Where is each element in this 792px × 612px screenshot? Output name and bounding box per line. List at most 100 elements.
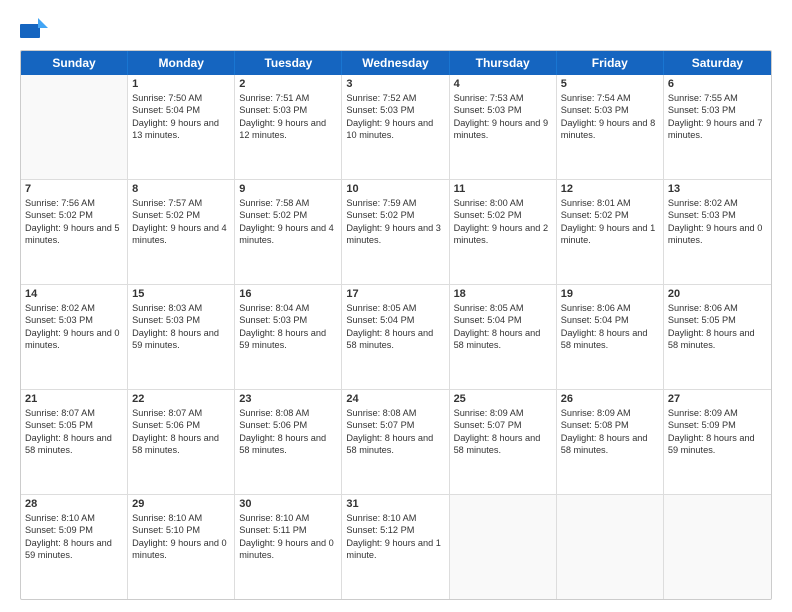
sunrise-text: Sunrise: 7:51 AM: [239, 92, 337, 104]
sunrise-text: Sunrise: 7:52 AM: [346, 92, 444, 104]
calendar-cell-r2c1: 15Sunrise: 8:03 AMSunset: 5:03 PMDayligh…: [128, 285, 235, 389]
day-number: 26: [561, 393, 659, 405]
day-number: 21: [25, 393, 123, 405]
daylight-text: Daylight: 8 hours and 58 minutes.: [454, 432, 552, 457]
daylight-text: Daylight: 8 hours and 58 minutes.: [25, 432, 123, 457]
daylight-text: Daylight: 9 hours and 0 minutes.: [132, 537, 230, 562]
daylight-text: Daylight: 8 hours and 58 minutes.: [561, 432, 659, 457]
calendar-cell-r2c2: 16Sunrise: 8:04 AMSunset: 5:03 PMDayligh…: [235, 285, 342, 389]
calendar-cell-r4c2: 30Sunrise: 8:10 AMSunset: 5:11 PMDayligh…: [235, 495, 342, 599]
daylight-text: Daylight: 8 hours and 59 minutes.: [25, 537, 123, 562]
sunrise-text: Sunrise: 8:09 AM: [668, 407, 767, 419]
day-number: 30: [239, 498, 337, 510]
calendar-cell-r0c5: 5Sunrise: 7:54 AMSunset: 5:03 PMDaylight…: [557, 75, 664, 179]
daylight-text: Daylight: 9 hours and 5 minutes.: [25, 222, 123, 247]
sunset-text: Sunset: 5:09 PM: [25, 524, 123, 536]
sunset-text: Sunset: 5:05 PM: [25, 419, 123, 431]
calendar-cell-r0c1: 1Sunrise: 7:50 AMSunset: 5:04 PMDaylight…: [128, 75, 235, 179]
sunset-text: Sunset: 5:02 PM: [561, 209, 659, 221]
calendar-cell-r0c4: 4Sunrise: 7:53 AMSunset: 5:03 PMDaylight…: [450, 75, 557, 179]
sunrise-text: Sunrise: 8:07 AM: [132, 407, 230, 419]
day-number: 23: [239, 393, 337, 405]
sunset-text: Sunset: 5:02 PM: [454, 209, 552, 221]
sunset-text: Sunset: 5:03 PM: [346, 104, 444, 116]
calendar-cell-r4c5: [557, 495, 664, 599]
sunrise-text: Sunrise: 8:05 AM: [454, 302, 552, 314]
calendar-cell-r4c0: 28Sunrise: 8:10 AMSunset: 5:09 PMDayligh…: [21, 495, 128, 599]
day-number: 12: [561, 183, 659, 195]
sunset-text: Sunset: 5:03 PM: [454, 104, 552, 116]
sunrise-text: Sunrise: 8:02 AM: [25, 302, 123, 314]
day-number: 16: [239, 288, 337, 300]
calendar-cell-r3c5: 26 Sunrise: 8:09 AMSunset: 5:08 PMDayligh…: [557, 390, 664, 494]
calendar-row-4: 28Sunrise: 8:10 AMSunset: 5:09 PMDayligh…: [21, 495, 771, 599]
sunset-text: Sunset: 5:08 PM: [561, 419, 659, 431]
day-number: 31: [346, 498, 444, 510]
daylight-text: Daylight: 9 hours and 13 minutes.: [132, 117, 230, 142]
calendar-row-2: 14Sunrise: 8:02 AMSunset: 5:03 PMDayligh…: [21, 285, 771, 390]
daylight-text: Daylight: 9 hours and 12 minutes.: [239, 117, 337, 142]
day-number: 7: [25, 183, 123, 195]
sunset-text: Sunset: 5:04 PM: [561, 314, 659, 326]
header-day-sunday: Sunday: [21, 51, 128, 75]
day-number: 6: [668, 78, 767, 90]
header-day-thursday: Thursday: [450, 51, 557, 75]
calendar-row-3: 21Sunrise: 8:07 AMSunset: 5:05 PMDayligh…: [21, 390, 771, 495]
sunset-text: Sunset: 5:02 PM: [239, 209, 337, 221]
day-number: 4: [454, 78, 552, 90]
calendar-cell-r0c6: 6Sunrise: 7:55 AMSunset: 5:03 PMDaylight…: [664, 75, 771, 179]
sunrise-text: Sunrise: 8:09 AM: [561, 407, 659, 419]
calendar-cell-r0c0: [21, 75, 128, 179]
daylight-text: Daylight: 9 hours and 7 minutes.: [668, 117, 767, 142]
daylight-text: Daylight: 8 hours and 58 minutes.: [668, 327, 767, 352]
calendar-cell-r2c3: 17Sunrise: 8:05 AMSunset: 5:04 PMDayligh…: [342, 285, 449, 389]
sunset-text: Sunset: 5:07 PM: [454, 419, 552, 431]
sunset-text: Sunset: 5:02 PM: [346, 209, 444, 221]
sunset-text: Sunset: 5:09 PM: [668, 419, 767, 431]
day-number: 18: [454, 288, 552, 300]
sunrise-text: Sunrise: 8:10 AM: [25, 512, 123, 524]
logo: [20, 18, 52, 40]
calendar-row-0: 1Sunrise: 7:50 AMSunset: 5:04 PMDaylight…: [21, 75, 771, 180]
header-day-wednesday: Wednesday: [342, 51, 449, 75]
sunrise-text: Sunrise: 8:10 AM: [132, 512, 230, 524]
header-day-tuesday: Tuesday: [235, 51, 342, 75]
calendar-cell-r4c3: 31Sunrise: 8:10 AMSunset: 5:12 PMDayligh…: [342, 495, 449, 599]
day-number: 25: [454, 393, 552, 405]
day-number: 22: [132, 393, 230, 405]
calendar-cell-r1c2: 9Sunrise: 7:58 AMSunset: 5:02 PMDaylight…: [235, 180, 342, 284]
daylight-text: Daylight: 9 hours and 0 minutes.: [239, 537, 337, 562]
day-number: 9: [239, 183, 337, 195]
day-number: 29: [132, 498, 230, 510]
calendar-cell-r4c6: [664, 495, 771, 599]
sunrise-text: Sunrise: 7:55 AM: [668, 92, 767, 104]
sunrise-text: Sunrise: 8:10 AM: [346, 512, 444, 524]
calendar-cell-r2c6: 20Sunrise: 8:06 AMSunset: 5:05 PMDayligh…: [664, 285, 771, 389]
sunset-text: Sunset: 5:02 PM: [25, 209, 123, 221]
daylight-text: Daylight: 9 hours and 2 minutes.: [454, 222, 552, 247]
sunset-text: Sunset: 5:03 PM: [132, 314, 230, 326]
day-number: 17: [346, 288, 444, 300]
day-number: 3: [346, 78, 444, 90]
daylight-text: Daylight: 8 hours and 58 minutes.: [346, 327, 444, 352]
day-number: 19: [561, 288, 659, 300]
sunrise-text: Sunrise: 8:00 AM: [454, 197, 552, 209]
sunset-text: Sunset: 5:03 PM: [239, 314, 337, 326]
calendar-cell-r1c4: 11 Sunrise: 8:00 AMSunset: 5:02 PMDayligh…: [450, 180, 557, 284]
sunset-text: Sunset: 5:05 PM: [668, 314, 767, 326]
sunset-text: Sunset: 5:11 PM: [239, 524, 337, 536]
day-number: 1: [132, 78, 230, 90]
day-number: 15: [132, 288, 230, 300]
sunset-text: Sunset: 5:12 PM: [346, 524, 444, 536]
sunset-text: Sunset: 5:04 PM: [454, 314, 552, 326]
daylight-text: Daylight: 8 hours and 58 minutes.: [454, 327, 552, 352]
sunrise-text: Sunrise: 8:03 AM: [132, 302, 230, 314]
sunset-text: Sunset: 5:06 PM: [132, 419, 230, 431]
day-number: 13: [668, 183, 767, 195]
daylight-text: Daylight: 9 hours and 3 minutes.: [346, 222, 444, 247]
daylight-text: Daylight: 8 hours and 58 minutes.: [132, 432, 230, 457]
header-day-saturday: Saturday: [664, 51, 771, 75]
header-day-monday: Monday: [128, 51, 235, 75]
day-number: 11: [454, 183, 552, 195]
calendar-cell-r1c0: 7Sunrise: 7:56 AMSunset: 5:02 PMDaylight…: [21, 180, 128, 284]
